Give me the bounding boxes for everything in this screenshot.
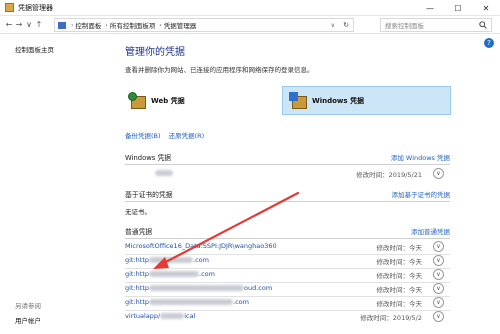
window-controls: — ☐ ✕	[416, 0, 500, 16]
credential-name: MicrosoftOffice16_Data:SSPI:JDJR\wanghao…	[125, 242, 277, 250]
minimize-button[interactable]: —	[416, 0, 444, 16]
help-icon[interactable]: ?	[484, 38, 494, 48]
control-panel-home-link[interactable]: 控制面板主页	[15, 44, 54, 54]
credential-name: virtualapp/ical	[125, 312, 196, 320]
chevron-down-icon[interactable]: ∨	[433, 283, 444, 294]
divider	[125, 201, 450, 202]
up-arrow-icon[interactable]: ↑	[34, 20, 44, 29]
forward-arrow-icon[interactable]: →	[14, 20, 24, 29]
add-generic-credential-link[interactable]: 添加普通凭据	[411, 226, 450, 236]
section-title: Windows 凭据	[125, 154, 172, 162]
section-title: 基于证书的凭据	[125, 191, 173, 199]
chevron-down-icon[interactable]: ∨	[433, 311, 444, 322]
generic-credentials-section: 普通凭据 添加普通凭据 MicrosoftOffice16_Data:SSPI:…	[125, 226, 450, 334]
credential-modified: 修改时间：今天	[376, 272, 423, 280]
chevron-down-icon[interactable]: ∨	[433, 241, 444, 252]
windows-credentials-label: Windows 凭据	[312, 96, 364, 105]
breadcrumb-separator: ›	[159, 21, 162, 29]
page-subtitle: 查看并删除你为网站、已连接的应用程序和网络保存的登录信息。	[125, 66, 314, 74]
credential-name: git:http .com	[125, 256, 209, 264]
credential-row[interactable]: git:http .com 修改时间：今天 ∨	[125, 269, 450, 283]
add-certificate-credential-link[interactable]: 添加基于证书的凭据	[392, 189, 451, 199]
credential-manager-icon	[5, 3, 14, 12]
credential-modified: 修改时间：2019/5/21	[356, 171, 422, 179]
credential-row[interactable]: git:http .com 修改时间：今天 ∨	[125, 255, 450, 269]
breadcrumb-separator: ›	[71, 21, 74, 29]
title-bar: 凭据管理器 — ☐ ✕	[0, 0, 500, 16]
credential-name: git:http oud.com	[125, 284, 273, 292]
search-placeholder: 搜索控制面板	[385, 22, 424, 30]
address-bar: ← → ∨ ↑ › 控制面板 › 所有控制面板项 › 凭据管理器 ∨ ↻ 搜索控…	[0, 16, 500, 34]
main-content: 管理你的凭据 查看并删除你为网站、已连接的应用程序和网络保存的登录信息。 Web…	[120, 35, 475, 334]
web-credentials-tile[interactable]: Web 凭据	[122, 86, 262, 115]
windows-credentials-tile[interactable]: Windows 凭据	[282, 86, 451, 115]
restore-credentials-link[interactable]: 还原凭据(R)	[169, 132, 205, 140]
divider	[125, 238, 450, 239]
control-panel-icon	[58, 21, 66, 29]
chevron-down-icon[interactable]: ∨	[433, 255, 444, 266]
credential-modified: 修改时间：今天	[376, 286, 423, 294]
backup-restore-links: 备份凭据(B) 还原凭据(R)	[125, 130, 210, 140]
web-credentials-label: Web 凭据	[151, 96, 185, 105]
generic-credentials-heading: 普通凭据 添加普通凭据	[125, 226, 450, 237]
windows-credentials-heading: Windows 凭据 添加 Windows 凭据	[125, 152, 450, 163]
windows-credentials-icon	[289, 91, 309, 110]
address-path[interactable]: › 控制面板 › 所有控制面板项 › 凭据管理器 ∨ ↻	[54, 18, 354, 32]
credential-name	[125, 169, 173, 177]
certificate-credentials-heading: 基于证书的凭据 添加基于证书的凭据	[125, 189, 450, 200]
back-arrow-icon[interactable]: ←	[4, 20, 14, 29]
no-certificates-text: 无证书。	[125, 208, 151, 216]
credential-modified: 修改时间：今天	[376, 244, 423, 252]
window-title: 凭据管理器	[18, 3, 53, 12]
windows-credentials-section: Windows 凭据 添加 Windows 凭据 修改时间：2019/5/21 …	[125, 152, 450, 184]
sidebar: 控制面板主页 另请参阅 用户帐户	[0, 35, 112, 334]
chevron-down-icon[interactable]: ∨	[433, 269, 444, 280]
close-button[interactable]: ✕	[472, 0, 500, 16]
add-windows-credential-link[interactable]: 添加 Windows 凭据	[391, 152, 450, 162]
backup-credentials-link[interactable]: 备份凭据(B)	[125, 132, 161, 140]
search-input[interactable]: 搜索控制面板	[380, 18, 492, 32]
credential-row[interactable]: MicrosoftOffice16_Data:SSPI:JDJR\wanghao…	[125, 241, 450, 255]
chevron-down-icon[interactable]: ∨	[433, 168, 444, 179]
web-credentials-icon	[128, 91, 148, 110]
credential-modified: 修改时间：今天	[376, 300, 423, 308]
credential-row[interactable]: virtualapp/ical 修改时间：2019/5/2 ∨	[125, 311, 450, 323]
see-also-label: 另请参阅	[15, 302, 41, 310]
certificate-credentials-section: 基于证书的凭据 添加基于证书的凭据 无证书。	[125, 189, 450, 219]
address-dropdown-icon[interactable]: ∨	[331, 22, 335, 29]
chevron-down-icon[interactable]: ∨	[433, 297, 444, 308]
credential-modified: 修改时间：2019/5/2	[360, 314, 422, 322]
breadcrumb-separator: ›	[105, 21, 108, 29]
divider	[125, 164, 450, 165]
credential-name: git:http .com	[125, 270, 215, 278]
search-icon[interactable]	[479, 21, 487, 29]
credential-row[interactable]: git:http .com 修改时间：今天 ∨	[125, 297, 450, 311]
section-title: 普通凭据	[125, 228, 153, 236]
credential-row[interactable]: git:http oud.com 修改时间：今天 ∨	[125, 283, 450, 297]
breadcrumb-control-panel[interactable]: 控制面板	[75, 20, 101, 30]
breadcrumb-all-items[interactable]: 所有控制面板项	[110, 20, 156, 30]
credential-row[interactable]: 修改时间：2019/5/21 ∨	[125, 168, 450, 180]
page-title: 管理你的凭据	[125, 47, 185, 58]
recent-locations-icon[interactable]: ∨	[24, 20, 34, 29]
user-accounts-link[interactable]: 用户帐户	[15, 315, 41, 325]
credential-modified: 修改时间：今天	[376, 258, 423, 266]
breadcrumb-credential-manager[interactable]: 凭据管理器	[164, 20, 197, 30]
refresh-icon[interactable]: ↻	[343, 21, 349, 29]
maximize-button[interactable]: ☐	[444, 0, 472, 16]
credential-name: git:http .com	[125, 298, 249, 306]
